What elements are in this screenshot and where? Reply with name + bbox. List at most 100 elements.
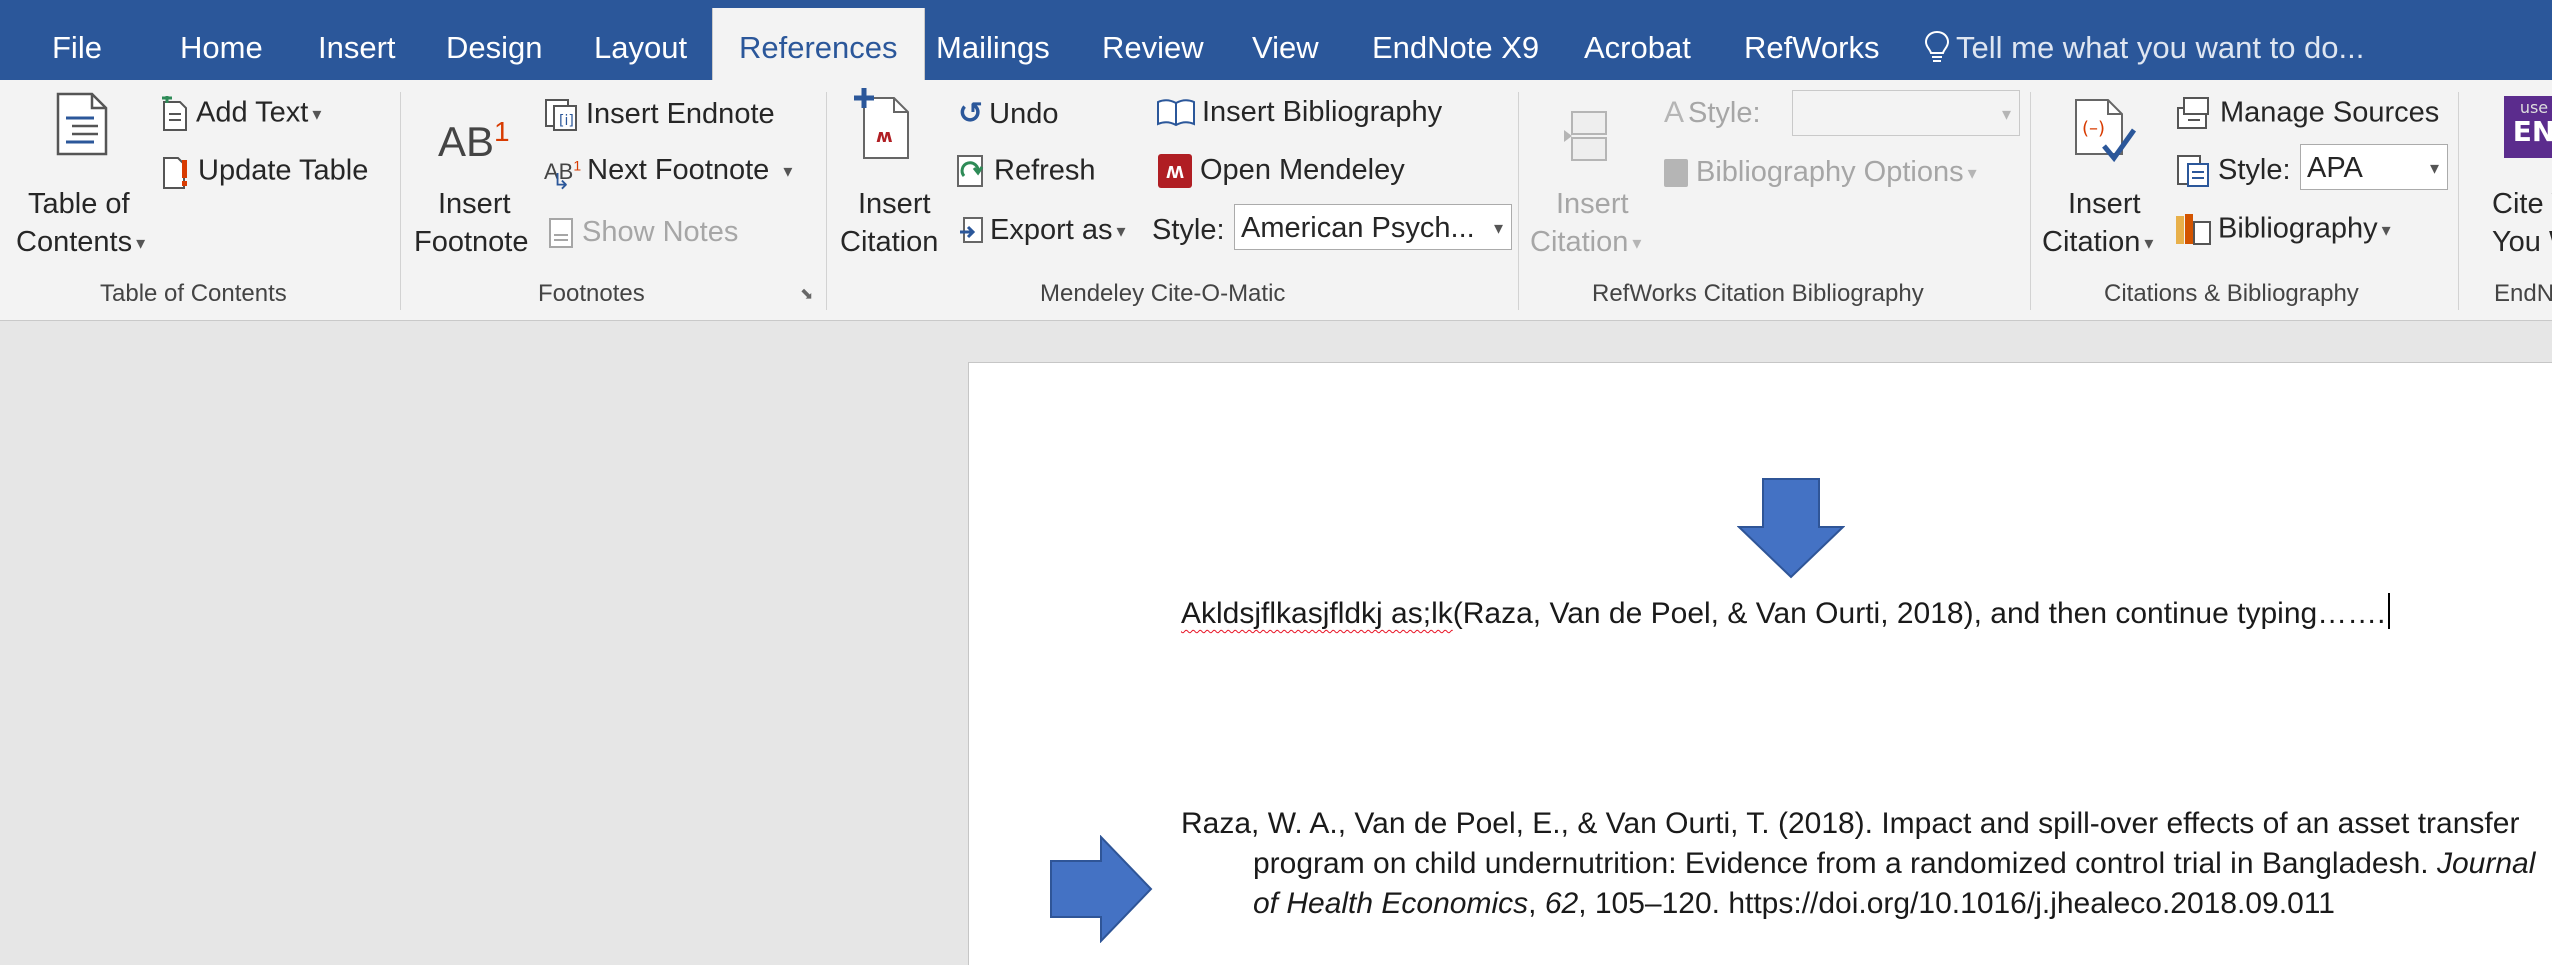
mendeley-refresh-button[interactable]: Refresh [954, 154, 1096, 190]
insert-footnote-label-line2: Footnote [414, 226, 529, 258]
tab-acrobat[interactable]: Acrobat [1584, 0, 1691, 80]
tab-layout[interactable]: Layout [594, 0, 687, 80]
dialog-launcher-icon[interactable]: ⬊ [800, 284, 813, 304]
tab-home[interactable]: Home [180, 0, 263, 80]
chevron-down-icon: ▾ [2144, 232, 2154, 253]
bibliography-entry-line1: Raza, W. A., Van de Poel, E., & Van Ourt… [1181, 807, 2520, 840]
misspelled-text[interactable]: Akldsjflkasjfldkj as;lk [1181, 597, 1453, 630]
journal-name-part2: of Health Economics [1253, 887, 1529, 920]
ribbon-tab-bar: File Home Insert Design Layout Reference… [0, 0, 2552, 80]
refworks-style-label: A Style: [1664, 96, 1761, 130]
show-notes-icon [549, 218, 573, 249]
table-of-contents-icon [56, 92, 108, 156]
mendeley-style-dropdown[interactable]: American Psych... ▾ [1234, 204, 1512, 250]
next-footnote-label: Next Footnote [587, 154, 770, 186]
bibliography-icon [2176, 214, 2211, 245]
bibliography-label: Bibliography [2218, 212, 2378, 245]
svg-text:[i]: [i] [559, 113, 574, 129]
bibliography-entry-line2: program on child undernutrition: Evidenc… [1253, 847, 2535, 881]
tab-design[interactable]: Design [446, 0, 543, 80]
text-cursor [2387, 593, 2390, 629]
citation-style-label: Style: [2176, 154, 2291, 188]
right-arrow-shape [1050, 835, 1153, 943]
insert-endnote-icon: [i] [545, 99, 577, 132]
mendeley-insert-label-line1: Insert [858, 188, 931, 220]
tab-mailings[interactable]: Mailings [936, 0, 1050, 80]
lightbulb-icon [1924, 30, 1950, 62]
insert-citation-label-line2: Citation ▾ [2042, 226, 2153, 259]
bibliography-options-button[interactable]: Bibliography Options ▾ [1664, 156, 1977, 189]
refresh-icon [957, 155, 984, 187]
mendeley-undo-button[interactable]: ↺ Undo [958, 96, 1058, 131]
open-mendeley-label: Open Mendeley [1200, 154, 1405, 186]
tab-file[interactable]: File [52, 0, 102, 80]
refworks-citation-icon [1564, 111, 1607, 161]
group-label-endnote: EndN [2494, 280, 2552, 307]
tab-refworks[interactable]: RefWorks [1744, 0, 1880, 80]
document-page[interactable]: Akldsjflkasjfldkj as;lk(Raza, Van de Poe… [968, 362, 2552, 965]
insert-citation-text: Citation [2042, 226, 2141, 258]
tab-review[interactable]: Review [1102, 0, 1204, 80]
group-label-refworks: RefWorks Citation Bibliography [1592, 280, 1924, 307]
add-text-icon [162, 93, 187, 131]
insert-citation-icon: (–) [2075, 99, 2137, 163]
undo-icon: ↺ [958, 97, 984, 130]
chevron-down-icon: ▾ [1116, 220, 1126, 241]
insert-citation-label-line1: Insert [2068, 188, 2141, 220]
chevron-down-icon: ▾ [136, 232, 146, 253]
add-text-label: Add Text [196, 96, 309, 129]
bibliography-entry-line3: of Health Economics, 62, 105–120. https:… [1253, 887, 2335, 921]
journal-volume: 62 [1544, 887, 1579, 920]
citation-style-value: APA [2307, 152, 2363, 184]
tell-me-search[interactable]: Tell me what you want to do... [1924, 0, 2364, 80]
style-brush-icon: A [1664, 96, 1685, 129]
ribbon: Table of Contents ▾ Add Text ▾ Update Tabl… [0, 80, 2552, 321]
bibliography-button[interactable]: Bibliography ▾ [2174, 212, 2391, 248]
group-separator [400, 92, 401, 310]
svg-text:(–): (–) [2082, 118, 2105, 139]
next-footnote-button[interactable]: AB1 ↳ Next Footnote ▾ [544, 154, 793, 194]
tab-insert[interactable]: Insert [318, 0, 396, 80]
insert-footnote-label-line1: Insert [438, 188, 511, 220]
undo-label: Undo [989, 98, 1059, 130]
mendeley-export-as-button[interactable]: Export as ▾ [958, 214, 1126, 247]
refworks-insert-label-line2: Citation ▾ [1530, 226, 1641, 259]
update-table-button[interactable]: Update Table [160, 154, 368, 190]
chevron-down-icon: ▾ [312, 103, 322, 124]
insert-bibliography-label: Insert Bibliography [1202, 96, 1443, 128]
book-icon [1157, 99, 1195, 127]
svg-text:ʍ: ʍ [876, 126, 893, 147]
ab-text: AB [438, 118, 495, 165]
down-arrow-shape [1737, 478, 1845, 579]
ref-comma: , [1528, 887, 1545, 920]
tab-view[interactable]: View [1252, 0, 1319, 80]
group-label-mendeley: Mendeley Cite-O-Matic [1040, 280, 1286, 307]
document-paragraph-1[interactable]: Akldsjflkasjfldkj as;lk(Raza, Van de Poe… [1181, 593, 2390, 631]
group-label-toc: Table of Contents [100, 280, 287, 307]
citation-style-dropdown[interactable]: APA ▾ [2300, 144, 2448, 190]
refworks-insert-label-line1: Insert [1556, 188, 1629, 220]
ref-pages-doi: , 105–120. https://doi.org/10.1016/j.jhe… [1578, 887, 2335, 920]
refworks-style-dropdown[interactable]: ▾ [1792, 90, 2020, 136]
manage-sources-label: Manage Sources [2220, 96, 2440, 129]
show-notes-label: Show Notes [582, 216, 739, 248]
add-text-button[interactable]: Add Text ▾ [160, 93, 322, 132]
group-label-footnotes: Footnotes [538, 280, 645, 307]
ab-superscript: 1 [494, 116, 510, 147]
show-notes-button[interactable]: Show Notes [548, 216, 738, 249]
insert-bibliography-button[interactable]: Insert Bibliography [1156, 96, 1442, 129]
endnote-logo-icon: use EN [2504, 96, 2552, 158]
chevron-down-icon: ▾ [783, 160, 793, 181]
export-icon [960, 217, 983, 244]
chevron-down-icon: ▾ [1493, 218, 1503, 238]
refresh-label: Refresh [994, 154, 1096, 187]
chevron-down-icon: ▾ [2001, 104, 2011, 124]
tab-references[interactable]: References [712, 8, 925, 80]
manage-sources-button[interactable]: Manage Sources [2176, 96, 2439, 132]
insert-endnote-button[interactable]: [i] Insert Endnote [544, 98, 775, 132]
open-mendeley-button[interactable]: ʍ Open Mendeley [1158, 154, 1405, 189]
tab-endnote[interactable]: EndNote X9 [1372, 0, 1539, 80]
ref-line2-text: program on child undernutrition: Evidenc… [1253, 847, 2437, 880]
group-separator [2458, 92, 2459, 310]
mendeley-style-label: Style: [1152, 214, 1225, 246]
